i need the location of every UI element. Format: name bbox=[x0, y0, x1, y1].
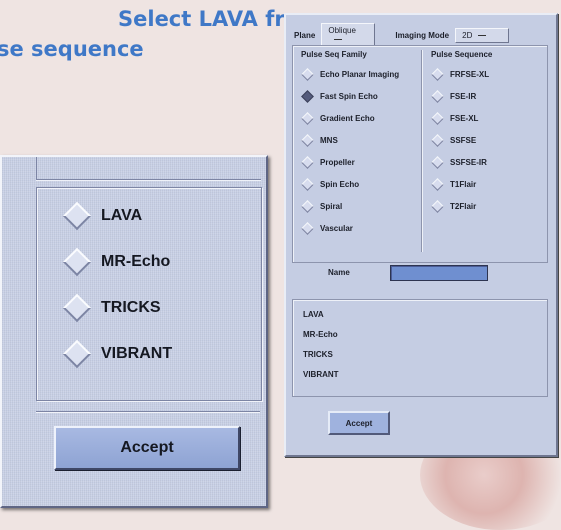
radio-diamond-icon bbox=[301, 112, 314, 125]
family-radio-echo-planar[interactable]: Echo Planar Imaging bbox=[301, 68, 399, 81]
radio-diamond-icon bbox=[62, 247, 92, 277]
family-radio-mns[interactable]: MNS bbox=[301, 134, 338, 147]
radio-diamond-icon bbox=[301, 68, 314, 81]
plane-select[interactable]: Oblique bbox=[321, 23, 376, 47]
imaging-mode-label: Imaging Mode bbox=[395, 30, 450, 40]
family-radio-spiral[interactable]: Spiral bbox=[301, 200, 342, 213]
dropdown-icon bbox=[334, 39, 343, 41]
pulse-sequence-window: Plane Oblique Imaging Mode 2D Pulse Seq … bbox=[284, 13, 558, 457]
radio-diamond-icon bbox=[431, 178, 444, 191]
option-vibrant[interactable]: VIBRANT bbox=[62, 339, 172, 369]
sequence-radio-fse-xl[interactable]: FSE-XL bbox=[431, 112, 478, 125]
sequence-radio-frfse-xl[interactable]: FRFSE-XL bbox=[431, 68, 489, 81]
sequence-radio-t1flair[interactable]: T1Flair bbox=[431, 178, 476, 191]
name-input[interactable] bbox=[390, 265, 488, 281]
zoomed-option-group: LAVA MR-Echo TRICKS VIBRANT bbox=[36, 187, 262, 401]
lower-sequence-group: LAVA MR-Echo TRICKS VIBRANT bbox=[292, 299, 548, 397]
pulse-seq-group: Pulse Seq Family Pulse Sequence Echo Pla… bbox=[292, 45, 548, 263]
dropdown-icon bbox=[478, 34, 487, 36]
family-header: Pulse Seq Family bbox=[301, 50, 367, 59]
family-radio-spin-echo[interactable]: Spin Echo bbox=[301, 178, 359, 191]
lower-item-tricks[interactable]: TRICKS bbox=[303, 350, 333, 359]
sequence-header: Pulse Sequence bbox=[431, 50, 493, 59]
family-radio-propeller[interactable]: Propeller bbox=[301, 156, 355, 169]
imaging-mode-select[interactable]: 2D bbox=[455, 27, 510, 43]
option-tricks[interactable]: TRICKS bbox=[62, 293, 161, 323]
caption-line-2: se sequence bbox=[0, 37, 144, 61]
lower-item-mr-echo[interactable]: MR-Echo bbox=[303, 330, 338, 339]
separator bbox=[36, 411, 260, 412]
radio-diamond-icon bbox=[431, 134, 444, 147]
radio-diamond-icon bbox=[301, 156, 314, 169]
accept-button[interactable]: Accept bbox=[54, 426, 240, 470]
sequence-radio-t2flair[interactable]: T2Flair bbox=[431, 200, 476, 213]
option-lava[interactable]: LAVA bbox=[62, 201, 142, 231]
radio-diamond-icon bbox=[62, 201, 92, 231]
radio-diamond-icon bbox=[431, 68, 444, 81]
lower-item-lava[interactable]: LAVA bbox=[303, 310, 324, 319]
radio-diamond-icon bbox=[431, 90, 444, 103]
sequence-radio-fse-ir[interactable]: FSE-IR bbox=[431, 90, 476, 103]
plane-mode-row: Plane Oblique Imaging Mode 2D bbox=[294, 23, 510, 47]
radio-diamond-icon bbox=[301, 200, 314, 213]
sequence-radio-ssfse-ir[interactable]: SSFSE-IR bbox=[431, 156, 487, 169]
name-label: Name bbox=[328, 268, 350, 277]
radio-diamond-icon bbox=[301, 222, 314, 235]
lower-item-vibrant[interactable]: VIBRANT bbox=[303, 370, 339, 379]
option-mr-echo[interactable]: MR-Echo bbox=[62, 247, 170, 277]
radio-diamond-icon bbox=[431, 112, 444, 125]
column-divider bbox=[421, 50, 422, 252]
radio-diamond-selected-icon bbox=[301, 90, 314, 103]
family-radio-gradient-echo[interactable]: Gradient Echo bbox=[301, 112, 375, 125]
radio-diamond-icon bbox=[301, 134, 314, 147]
family-radio-vascular[interactable]: Vascular bbox=[301, 222, 353, 235]
radio-diamond-icon bbox=[431, 200, 444, 213]
sequence-radio-ssfse[interactable]: SSFSE bbox=[431, 134, 476, 147]
plane-label: Plane bbox=[294, 30, 316, 40]
zoomed-header-strip bbox=[36, 157, 261, 180]
zoomed-sequence-panel: LAVA MR-Echo TRICKS VIBRANT Accept bbox=[0, 155, 268, 508]
radio-diamond-icon bbox=[431, 156, 444, 169]
family-radio-fast-spin-echo[interactable]: Fast Spin Echo bbox=[301, 90, 378, 103]
radio-diamond-icon bbox=[62, 293, 92, 323]
radio-diamond-icon bbox=[301, 178, 314, 191]
back-accept-button[interactable]: Accept bbox=[328, 411, 390, 435]
radio-diamond-icon bbox=[62, 339, 92, 369]
